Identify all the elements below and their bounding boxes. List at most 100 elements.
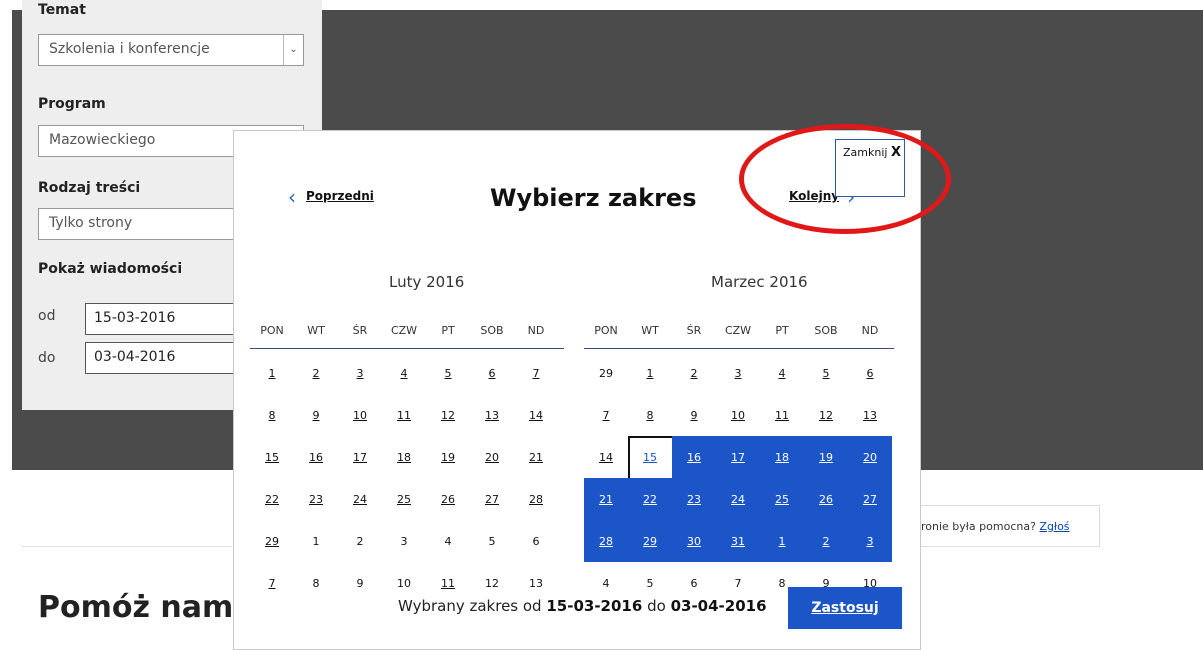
previous-month-button[interactable]: ‹ Poprzedni	[288, 184, 374, 209]
chevron-left-icon: ‹	[288, 184, 296, 209]
calendar-day[interactable]: 7	[514, 352, 558, 394]
calendar-day[interactable]: 8	[628, 394, 672, 436]
calendar-day[interactable]: 9	[672, 394, 716, 436]
calendar-day[interactable]: 2	[294, 352, 338, 394]
calendar-day[interactable]: 6	[470, 352, 514, 394]
calendar-day[interactable]: 19	[426, 436, 470, 478]
calendar-day[interactable]: 6	[514, 520, 558, 562]
calendar-day[interactable]: 3	[382, 520, 426, 562]
weekday-header-left: PON WT ŚR CZW PT SOB ND	[250, 324, 558, 337]
calendar-day[interactable]: 13	[470, 394, 514, 436]
show-news-label: Pokaż wiadomości	[38, 261, 183, 277]
calendar-day[interactable]: 22	[628, 478, 672, 520]
from-date-input[interactable]: 15-03-2016	[85, 303, 235, 335]
calendar-day[interactable]: 6	[848, 352, 892, 394]
calendar-day[interactable]: 7	[584, 394, 628, 436]
apply-button[interactable]: Zastosuj	[788, 587, 902, 629]
calendar-day[interactable]: 7	[250, 562, 294, 604]
calendar-day-selected[interactable]: 15	[628, 436, 674, 482]
calendar-day[interactable]: 2	[804, 520, 848, 562]
calendar-day[interactable]: 4	[426, 520, 470, 562]
calendar-day[interactable]: 2	[672, 352, 716, 394]
month-title-february: Luty 2016	[389, 273, 465, 291]
calendar-day[interactable]: 12	[804, 394, 848, 436]
calendar-day[interactable]: 27	[848, 478, 892, 520]
calendar-day[interactable]: 17	[338, 436, 382, 478]
calendar-day[interactable]: 18	[760, 436, 804, 478]
selected-range-text: Wybrany zakres od 15-03-2016 do 03-04-20…	[398, 597, 767, 615]
calendar-february: 1 2 3 4 5 6 7 8 9 10 11 12 13 14 15 16 17 18 19 20 21 22 23 24 2…	[250, 352, 558, 604]
report-link[interactable]: Zgłoś	[1039, 520, 1069, 533]
calendar-day[interactable]: 1	[628, 352, 672, 394]
calendar-day[interactable]: 23	[672, 478, 716, 520]
weekday-label: ŚR	[686, 324, 702, 337]
calendar-day[interactable]: 5	[804, 352, 848, 394]
range-from: 15-03-2016	[546, 597, 643, 615]
topic-select[interactable]: Szkolenia i konferencje ⌄	[38, 34, 304, 66]
calendar-day[interactable]: 14	[584, 436, 628, 478]
calendar-day[interactable]: 18	[382, 436, 426, 478]
calendar-day[interactable]: 16	[672, 436, 716, 478]
calendar-day[interactable]: 9	[338, 562, 382, 604]
calendar-day[interactable]: 2	[338, 520, 382, 562]
calendar-day[interactable]: 13	[848, 394, 892, 436]
calendar-day[interactable]: 10	[716, 394, 760, 436]
calendar-day[interactable]: 9	[294, 394, 338, 436]
weekday-header-right: PON WT ŚR CZW PT SOB ND	[584, 324, 892, 337]
calendar-day[interactable]: 3	[848, 520, 892, 562]
calendar-day[interactable]: 8	[294, 562, 338, 604]
calendar-day[interactable]: 1	[760, 520, 804, 562]
modal-title: Wybierz zakres	[490, 184, 697, 212]
calendar-day[interactable]: 11	[760, 394, 804, 436]
calendar-day[interactable]: 4	[760, 352, 804, 394]
month-title-march: Marzec 2016	[711, 273, 808, 291]
calendar-day[interactable]: 5	[426, 352, 470, 394]
calendar-day[interactable]: 28	[584, 520, 628, 562]
calendar-day[interactable]: 21	[584, 478, 628, 520]
calendar-day[interactable]: 4	[382, 352, 426, 394]
annotation-circle	[739, 124, 951, 234]
calendar-day[interactable]: 25	[382, 478, 426, 520]
calendar-day[interactable]: 26	[804, 478, 848, 520]
calendar-day[interactable]: 17	[716, 436, 760, 478]
calendar-day[interactable]: 31	[716, 520, 760, 562]
divider	[22, 546, 232, 547]
weekday-label: ND	[861, 324, 879, 337]
calendar-day[interactable]: 24	[716, 478, 760, 520]
calendar-day[interactable]: 15	[250, 436, 294, 478]
calendar-day[interactable]: 3	[338, 352, 382, 394]
calendar-day[interactable]: 12	[426, 394, 470, 436]
weekday-label: SOB	[480, 324, 504, 337]
calendar-day[interactable]: 16	[294, 436, 338, 478]
calendar-day[interactable]: 30	[672, 520, 716, 562]
calendar-day[interactable]: 5	[470, 520, 514, 562]
weekday-label: CZW	[390, 324, 418, 337]
calendar-day[interactable]: 20	[470, 436, 514, 478]
calendar-day[interactable]: 23	[294, 478, 338, 520]
calendar-day[interactable]: 20	[848, 436, 892, 478]
calendar-day[interactable]: 29	[628, 520, 672, 562]
calendar-day[interactable]: 19	[804, 436, 848, 478]
calendar-day[interactable]: 24	[338, 478, 382, 520]
range-to: 03-04-2016	[670, 597, 767, 615]
calendar-day[interactable]: 3	[716, 352, 760, 394]
calendar-day[interactable]: 8	[250, 394, 294, 436]
calendar-day[interactable]: 29	[250, 520, 294, 562]
calendar-day[interactable]: 14	[514, 394, 558, 436]
weekday-label: PT	[441, 324, 455, 337]
calendar-day[interactable]: 1	[250, 352, 294, 394]
calendar-day[interactable]: 10	[338, 394, 382, 436]
calendar-day[interactable]: 22	[250, 478, 294, 520]
calendar-day[interactable]: 28	[514, 478, 558, 520]
calendar-march: 29 1 2 3 4 5 6 7 8 9 10 11 12 13 14 15 16 17 18 19 20 21 22 23 2…	[584, 352, 892, 604]
weekday-divider	[250, 348, 564, 349]
calendar-day[interactable]: 27	[470, 478, 514, 520]
calendar-day[interactable]: 29	[584, 352, 628, 394]
to-date-input[interactable]: 03-04-2016	[85, 342, 235, 374]
calendar-day[interactable]: 1	[294, 520, 338, 562]
calendar-day[interactable]: 21	[514, 436, 558, 478]
calendar-day[interactable]: 25	[760, 478, 804, 520]
weekday-label: PON	[594, 324, 618, 337]
calendar-day[interactable]: 26	[426, 478, 470, 520]
calendar-day[interactable]: 11	[382, 394, 426, 436]
